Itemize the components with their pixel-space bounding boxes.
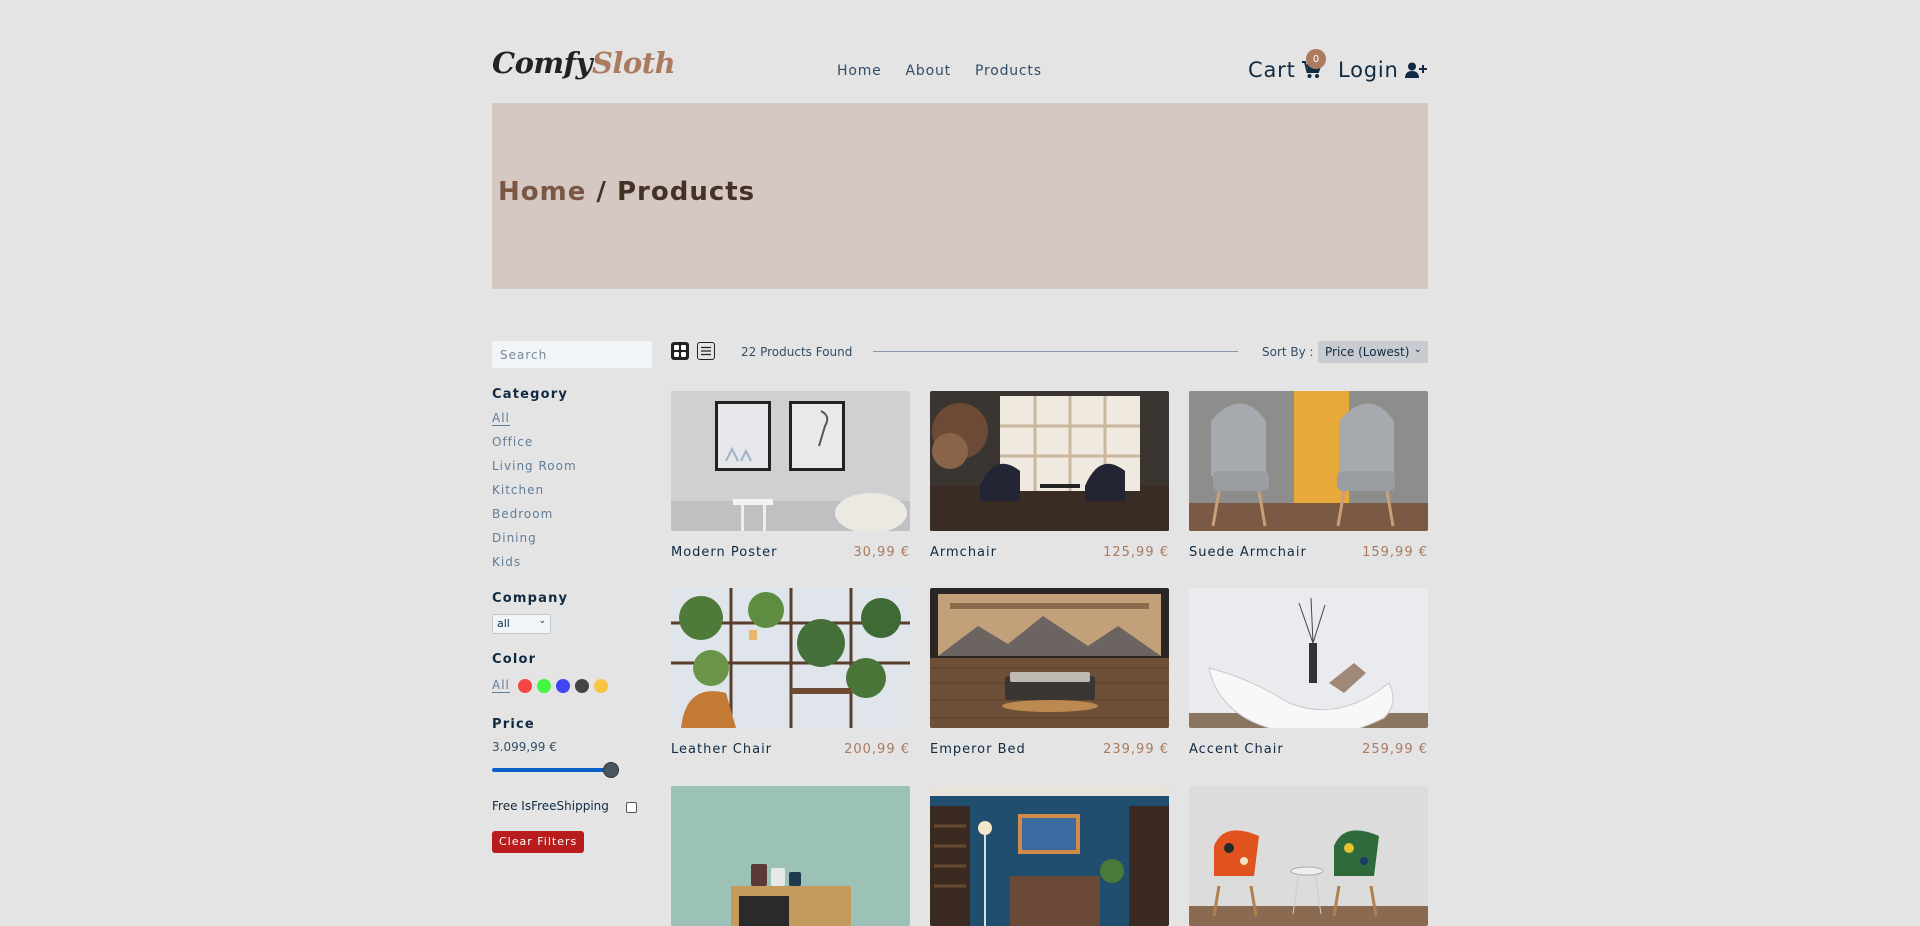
category-kitchen[interactable]: Kitchen bbox=[492, 483, 544, 497]
free-shipping-checkbox[interactable] bbox=[626, 802, 637, 813]
login-button[interactable]: Login bbox=[1338, 58, 1427, 82]
price-slider[interactable] bbox=[492, 762, 619, 778]
product-name: Suede Armchair bbox=[1189, 545, 1307, 560]
color-heading: Color bbox=[492, 652, 537, 667]
company-select[interactable]: all ⌄ bbox=[492, 614, 551, 634]
category-bedroom[interactable]: Bedroom bbox=[492, 507, 553, 521]
product-name: Emperor Bed bbox=[930, 742, 1026, 757]
nav-link-home[interactable]: Home bbox=[837, 63, 882, 79]
login-label: Login bbox=[1338, 58, 1399, 82]
product-name: Accent Chair bbox=[1189, 742, 1284, 757]
chevron-down-icon: ⌄ bbox=[538, 616, 546, 626]
nav-links: Home About Products bbox=[837, 63, 1042, 79]
free-shipping-label: Free IsFreeShipping bbox=[492, 799, 609, 813]
cart-label: Cart bbox=[1248, 58, 1296, 82]
color-swatch-yellow[interactable] bbox=[593, 678, 608, 693]
product-image[interactable] bbox=[930, 786, 1169, 926]
breadcrumb: Home / Products bbox=[498, 177, 755, 207]
search-input[interactable] bbox=[492, 341, 652, 368]
color-swatch-red[interactable] bbox=[517, 678, 532, 693]
sort-label: Sort By : bbox=[1262, 345, 1314, 359]
clear-filters-button[interactable]: Clear Filters bbox=[492, 831, 585, 853]
product-card[interactable]: Suede Armchair 159,99 € bbox=[1189, 391, 1428, 560]
color-all[interactable]: All bbox=[492, 678, 510, 693]
product-image[interactable] bbox=[1189, 588, 1428, 728]
page-hero: Home / Products bbox=[492, 103, 1428, 289]
breadcrumb-separator: / bbox=[586, 177, 617, 207]
product-price: 125,99 € bbox=[1103, 545, 1169, 560]
product-price: 30,99 € bbox=[853, 545, 910, 560]
navbar: ComfySloth Home About Products Cart 0 Lo… bbox=[492, 0, 1428, 103]
product-image[interactable] bbox=[671, 588, 910, 728]
breadcrumb-home[interactable]: Home bbox=[498, 177, 586, 207]
category-heading: Category bbox=[492, 387, 569, 402]
product-card[interactable]: Modern Poster 30,99 € bbox=[671, 391, 910, 560]
product-card[interactable]: Armchair 125,99 € bbox=[930, 391, 1169, 560]
product-image[interactable] bbox=[671, 391, 910, 531]
list-icon bbox=[701, 346, 711, 356]
product-card[interactable]: Accent Chair 259,99 € bbox=[1189, 588, 1428, 757]
nav-link-products[interactable]: Products bbox=[975, 63, 1042, 79]
category-dining[interactable]: Dining bbox=[492, 531, 537, 545]
product-price: 259,99 € bbox=[1362, 742, 1428, 757]
product-image[interactable] bbox=[671, 786, 910, 926]
category-kids[interactable]: Kids bbox=[492, 555, 521, 569]
color-swatch-blue[interactable] bbox=[555, 678, 570, 693]
cart-count-badge: 0 bbox=[1306, 49, 1326, 69]
price-heading: Price bbox=[492, 717, 535, 732]
product-image[interactable] bbox=[1189, 391, 1428, 531]
price-slider-track bbox=[492, 768, 610, 772]
product-price: 239,99 € bbox=[1103, 742, 1169, 757]
product-price: 200,99 € bbox=[844, 742, 910, 757]
product-card[interactable] bbox=[930, 786, 1169, 926]
product-price: 159,99 € bbox=[1362, 545, 1428, 560]
color-filter: All bbox=[492, 678, 608, 693]
chevron-down-icon: ⌄ bbox=[1413, 344, 1422, 355]
product-card[interactable]: Leather Chair 200,99 € bbox=[671, 588, 910, 757]
logo[interactable]: ComfySloth bbox=[492, 46, 676, 80]
product-image[interactable] bbox=[1189, 786, 1428, 926]
product-image[interactable] bbox=[930, 391, 1169, 531]
logo-part1: Comfy bbox=[492, 46, 592, 80]
price-value: 3.099,99 € bbox=[492, 740, 557, 754]
product-name: Leather Chair bbox=[671, 742, 773, 757]
product-card[interactable] bbox=[671, 786, 910, 926]
color-swatch-black[interactable] bbox=[574, 678, 589, 693]
grid-icon bbox=[674, 345, 686, 357]
color-swatch-green[interactable] bbox=[536, 678, 551, 693]
sort-select[interactable]: Price (Lowest) ⌄ bbox=[1318, 341, 1428, 363]
list-view-button[interactable] bbox=[697, 342, 715, 360]
company-heading: Company bbox=[492, 591, 569, 606]
category-living-room[interactable]: Living Room bbox=[492, 459, 577, 473]
product-card[interactable]: Emperor Bed 239,99 € bbox=[930, 588, 1169, 757]
company-select-value: all bbox=[497, 617, 510, 630]
product-name: Armchair bbox=[930, 545, 997, 560]
user-plus-icon bbox=[1404, 62, 1427, 78]
grid-view-button[interactable] bbox=[671, 342, 689, 360]
product-card[interactable] bbox=[1189, 786, 1428, 926]
product-image[interactable] bbox=[930, 588, 1169, 728]
nav-link-about[interactable]: About bbox=[906, 63, 951, 79]
sort-select-value: Price (Lowest) bbox=[1325, 345, 1410, 359]
breadcrumb-current: Products bbox=[616, 177, 756, 207]
products-found-count: 22 Products Found bbox=[741, 345, 853, 359]
category-office[interactable]: Office bbox=[492, 435, 533, 449]
product-name: Modern Poster bbox=[671, 545, 778, 560]
price-slider-thumb[interactable] bbox=[603, 762, 619, 778]
divider bbox=[873, 351, 1238, 352]
category-all[interactable]: All bbox=[492, 411, 510, 426]
logo-part2: Sloth bbox=[591, 46, 676, 80]
